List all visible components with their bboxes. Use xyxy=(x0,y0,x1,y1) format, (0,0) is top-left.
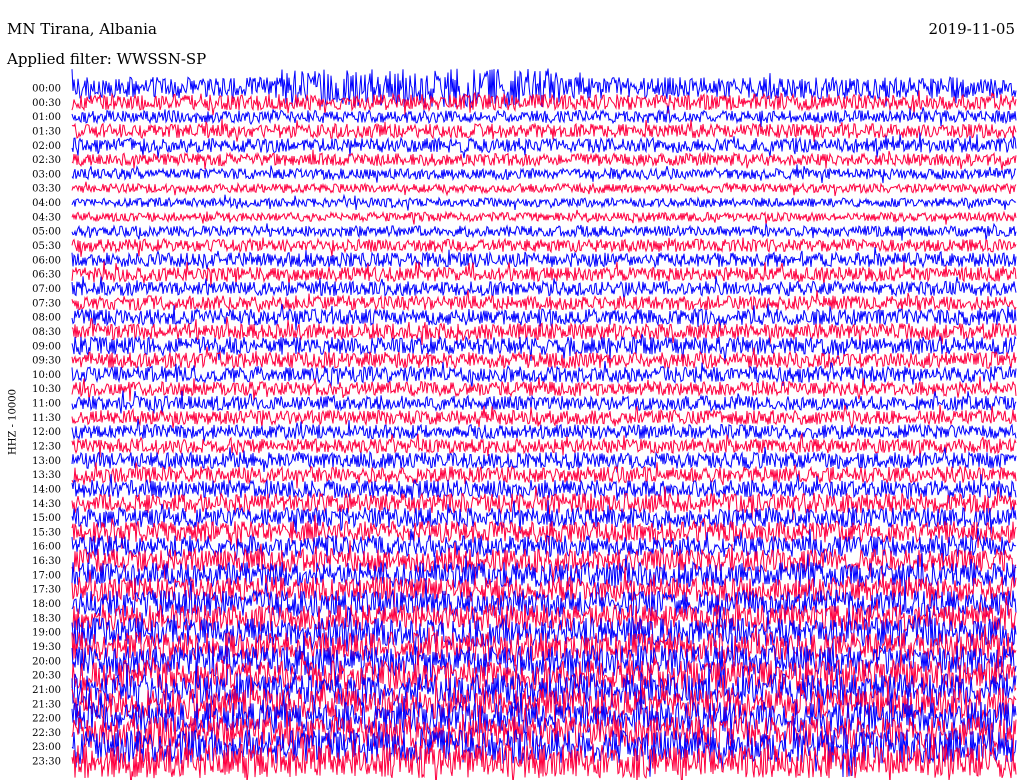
row-label: 08:30 xyxy=(32,327,61,338)
trace-line xyxy=(71,246,1017,270)
row-label: 23:30 xyxy=(32,757,61,768)
row-label: 00:30 xyxy=(32,98,61,109)
row-label: 09:00 xyxy=(32,341,61,352)
row-label: 06:30 xyxy=(32,270,61,281)
row-label: 03:30 xyxy=(32,184,61,195)
row-label: 09:30 xyxy=(32,356,61,367)
row-label: 10:30 xyxy=(32,384,61,395)
row-label: 19:00 xyxy=(32,628,61,639)
trace-line xyxy=(71,333,1017,362)
row-label: 01:30 xyxy=(32,126,61,137)
row-label: 00:00 xyxy=(32,84,61,95)
trace-line xyxy=(71,419,1017,442)
row-label: 21:00 xyxy=(32,685,61,696)
row-label: 15:30 xyxy=(32,527,61,538)
row-label: 07:00 xyxy=(32,284,61,295)
row-label: 05:00 xyxy=(32,227,61,238)
row-label: 14:30 xyxy=(32,499,61,510)
row-label: 17:00 xyxy=(32,570,61,581)
trace-line xyxy=(71,222,1017,241)
row-label: 07:30 xyxy=(32,298,61,309)
trace-line xyxy=(71,209,1017,225)
row-label: 08:00 xyxy=(32,313,61,324)
trace-line xyxy=(71,149,1017,171)
row-label: 18:00 xyxy=(32,599,61,610)
row-label: 05:30 xyxy=(32,241,61,252)
row-label: 12:00 xyxy=(32,427,61,438)
trace-line xyxy=(71,290,1017,313)
row-label: 13:30 xyxy=(32,470,61,481)
row-label: 10:00 xyxy=(32,370,61,381)
row-label: 13:00 xyxy=(32,456,61,467)
row-label: 20:00 xyxy=(32,656,61,667)
row-label: 04:00 xyxy=(32,198,61,209)
row-label: 01:00 xyxy=(32,112,61,123)
row-label: 03:00 xyxy=(32,169,61,180)
row-label: 11:00 xyxy=(32,399,61,410)
row-label: 06:00 xyxy=(32,255,61,266)
trace-line xyxy=(71,390,1017,414)
row-label: 19:30 xyxy=(32,642,61,653)
row-label: 17:30 xyxy=(32,585,61,596)
row-label: 15:00 xyxy=(32,513,61,524)
trace-line xyxy=(71,164,1017,184)
row-label: 12:30 xyxy=(32,442,61,453)
row-label: 02:30 xyxy=(32,155,61,166)
row-label: 22:30 xyxy=(32,728,61,739)
helicorder-chart: 00:00 00:30 01:00 01:30 02:00 02:30 03:00 03:30… xyxy=(32,68,1017,780)
row-label: 11:30 xyxy=(32,413,61,424)
trace-line xyxy=(71,276,1017,301)
row-label: 20:30 xyxy=(32,671,61,682)
row-label: 18:30 xyxy=(32,613,61,624)
row-label: 22:00 xyxy=(32,714,61,725)
row-label: 23:00 xyxy=(32,742,61,753)
row-label: 16:00 xyxy=(32,542,61,553)
trace-line xyxy=(71,181,1017,197)
row-label: 04:30 xyxy=(32,212,61,223)
row-label: 16:30 xyxy=(32,556,61,567)
row-label: 14:00 xyxy=(32,484,61,495)
helicorder-page: MN Tirana, Albania Applied filter: WWSSN… xyxy=(0,0,1024,780)
row-label: 02:00 xyxy=(32,141,61,152)
trace-line xyxy=(71,432,1017,458)
row-label: 21:30 xyxy=(32,699,61,710)
trace-line xyxy=(71,193,1017,211)
